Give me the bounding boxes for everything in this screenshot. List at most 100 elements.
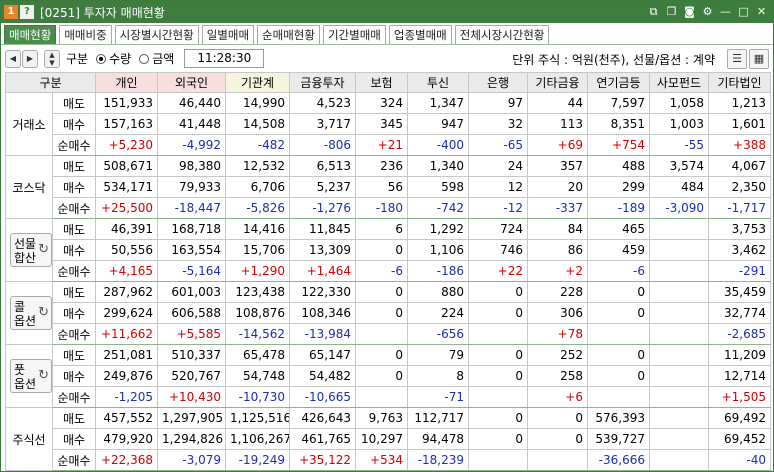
table-row[interactable]: 순매수 +4,165 -5,164 +1,290 +1,464 -6 -186 +22 +2 -6… — [6, 260, 771, 282]
table-row[interactable]: 코스닥 매도 508,671 98,380 12,532 6,513 236 1,340 24 3… — [5, 155, 771, 219]
value-cell: 345 — [355, 113, 408, 135]
value-cell: 598 — [407, 176, 469, 198]
value-cell — [649, 428, 709, 450]
group-label: 코스닥 — [12, 180, 46, 195]
close-icon[interactable]: ✕ — [754, 4, 769, 19]
header-institution[interactable]: 기관계 — [225, 72, 290, 93]
header-private-fund[interactable]: 사모펀드 — [649, 72, 709, 93]
table-row[interactable]: 순매수 -1,205 +10,430 -10,730 -10,665 -71 +6 +1,50… — [6, 386, 771, 408]
table-row[interactable]: 매수 534,171 79,933 6,706 5,237 56 598 12 20 299 484… — [6, 176, 771, 198]
help-icon[interactable]: ? — [20, 5, 34, 19]
group-cell[interactable]: 콜 옵션 ↻ — [5, 281, 53, 345]
table-row[interactable]: 순매수 +22,368 -3,079 -19,249 +35,122 +534 -18,23… — [6, 449, 771, 471]
tab-sector-trade[interactable]: 업종별매매 — [388, 25, 452, 44]
value-cell: 539,727 — [587, 428, 650, 450]
value-cell: -337 — [527, 197, 588, 219]
table-row[interactable]: 순매수 +5,230 -4,992 -482 -806 +21 -400 -65 +69 +754… — [6, 134, 771, 156]
table-row[interactable]: 콜 옵션 ↻ 매도 287,962 601,003 123,438 122,330 0 880 0… — [5, 281, 771, 345]
value-cell: +5,585 — [157, 323, 226, 345]
table-row[interactable]: 매수 299,624 606,588 108,876 108,346 0 224 0 306 0 3… — [6, 302, 771, 324]
value-cell: +25,500 — [95, 197, 158, 219]
tab-market-time[interactable]: 시장별시간현황 — [114, 25, 199, 44]
header-other-corp[interactable]: 기타법인 — [708, 72, 771, 93]
header-other-finance[interactable]: 기타금융 — [527, 72, 588, 93]
group-toggle-button[interactable]: 콜 옵션 ↻ — [10, 296, 52, 330]
value-cell: 601,003 — [157, 281, 226, 303]
value-cell: 14,990 — [225, 92, 290, 114]
value-cell: 14,508 — [225, 113, 290, 135]
group-toggle-button[interactable]: 풋 옵션 ↻ — [10, 359, 52, 393]
value-cell: -36,666 — [587, 449, 650, 471]
table-header-row: 구분 개인 외국인 기관계 금융투자 보험 투신 은행 기타금융 연기금등 사모… — [5, 72, 771, 93]
table-row[interactable]: 매수 157,163 41,448 14,508 3,717 345 947 32 113 8,3… — [6, 113, 771, 135]
camera-icon[interactable]: ◙ — [682, 4, 697, 19]
table-row[interactable]: 매수 50,556 163,554 15,706 13,309 0 1,106 746 86 45… — [6, 239, 771, 261]
header-foreigner[interactable]: 외국인 — [157, 72, 226, 93]
value-cell: -4,992 — [157, 134, 226, 156]
value-cell: -18,239 — [407, 449, 469, 471]
value-cell: -40 — [708, 449, 771, 471]
value-cell — [649, 407, 709, 429]
value-cell — [649, 218, 709, 240]
minimize-icon[interactable]: — — [718, 4, 733, 19]
tab-daily-trade[interactable]: 일별매매 — [201, 25, 255, 44]
radio-amount[interactable]: 금액 — [139, 50, 174, 67]
tab-all-market-time[interactable]: 전체시장시간현황 — [454, 25, 550, 44]
settings-icon[interactable]: ⚙ — [700, 4, 715, 19]
value-cell: 236 — [355, 155, 408, 177]
window-number-badge[interactable]: 1 — [4, 5, 18, 19]
table-row[interactable]: 주식선 매도 457,552 1,297,905 1,125,516 426,643 9,7… — [5, 407, 771, 471]
header-insurance[interactable]: 보험 — [355, 72, 408, 93]
row-label: 매수 — [52, 176, 96, 198]
table-row[interactable]: 순매수 +25,500 -18,447 -5,826 -1,276 -180 -742 -12… — [6, 197, 771, 219]
copy-icon[interactable]: ❐ — [664, 4, 679, 19]
next-arrow-button[interactable]: ▶ — [22, 49, 38, 68]
value-cell: +35,122 — [289, 449, 356, 471]
value-cell: 12,714 — [708, 365, 771, 387]
value-cell: 1,106 — [407, 239, 469, 261]
value-cell: 6,706 — [225, 176, 290, 198]
group-toggle-button[interactable]: 선물 합산 ↻ — [10, 233, 52, 267]
value-cell: -14,562 — [225, 323, 290, 345]
value-cell: 5,237 — [289, 176, 356, 198]
maximize-icon[interactable]: □ — [736, 4, 751, 19]
list-view-icon[interactable]: ☰ — [727, 49, 747, 69]
prev-arrow-button[interactable]: ◀ — [5, 49, 21, 68]
time-field[interactable]: 11:28:30 — [184, 49, 265, 68]
header-category[interactable]: 구분 — [5, 72, 96, 93]
tab-trade-ratio[interactable]: 매매비중 — [59, 25, 112, 44]
header-bank[interactable]: 은행 — [468, 72, 528, 93]
header-financial-investment[interactable]: 금융투자 — [289, 72, 356, 93]
table-row[interactable]: 선물 합산 ↻ 매도 46,391 168,718 14,416 11,845 6 1,292 7… — [5, 218, 771, 282]
row-label: 매도 — [52, 281, 96, 303]
tab-trade-status[interactable]: 매매현황 — [4, 25, 57, 44]
table-row[interactable]: 매수 479,920 1,294,826 1,106,267 461,765 10,297… — [6, 428, 771, 450]
tab-period-trade[interactable]: 기간별매매 — [322, 25, 386, 44]
value-cell: 44 — [527, 92, 588, 114]
link-icon[interactable]: ⧉ — [646, 4, 661, 19]
table-row[interactable]: 거래소 매도 151,933 46,440 14,990 4,523 324 1,347 97 4… — [5, 92, 771, 156]
table-row[interactable]: 풋 옵션 ↻ 매도 251,081 510,337 65,478 65,147 0 79 0 252… — [5, 344, 771, 408]
tab-net-trade[interactable]: 순매매현황 — [257, 25, 320, 44]
toolbar: ◀ ▶ ▲ ▼ 구분 수량 금액 11:28:30 단위 주식 : 억원(천주),… — [1, 45, 773, 72]
value-cell: 15,706 — [225, 239, 290, 261]
group-cell[interactable]: 선물 합산 ↻ — [5, 218, 53, 282]
value-cell: 11,209 — [708, 344, 771, 366]
radio-quantity[interactable]: 수량 — [96, 50, 131, 67]
table-row[interactable]: 순매수 +11,662 +5,585 -14,562 -13,984 -656 +78 -2,… — [6, 323, 771, 345]
value-cell: 520,767 — [157, 365, 226, 387]
group-cell[interactable]: 풋 옵션 ↻ — [5, 344, 53, 408]
spinner-updown-button[interactable]: ▲ ▼ — [44, 49, 60, 68]
value-cell: 287,962 — [95, 281, 158, 303]
value-cell: 151,933 — [95, 92, 158, 114]
header-individual[interactable]: 개인 — [95, 72, 158, 93]
value-cell — [587, 386, 650, 408]
grid-view-icon[interactable]: ▦ — [749, 49, 769, 69]
value-cell — [649, 281, 709, 303]
table-row[interactable]: 매수 249,876 520,767 54,748 54,482 0 8 0 258 0 12,71… — [6, 365, 771, 387]
header-pension[interactable]: 연기금등 — [587, 72, 650, 93]
value-cell: +2 — [527, 260, 588, 282]
header-investment-trust[interactable]: 투신 — [407, 72, 469, 93]
value-cell: 3,462 — [708, 239, 771, 261]
value-cell: 357 — [527, 155, 588, 177]
